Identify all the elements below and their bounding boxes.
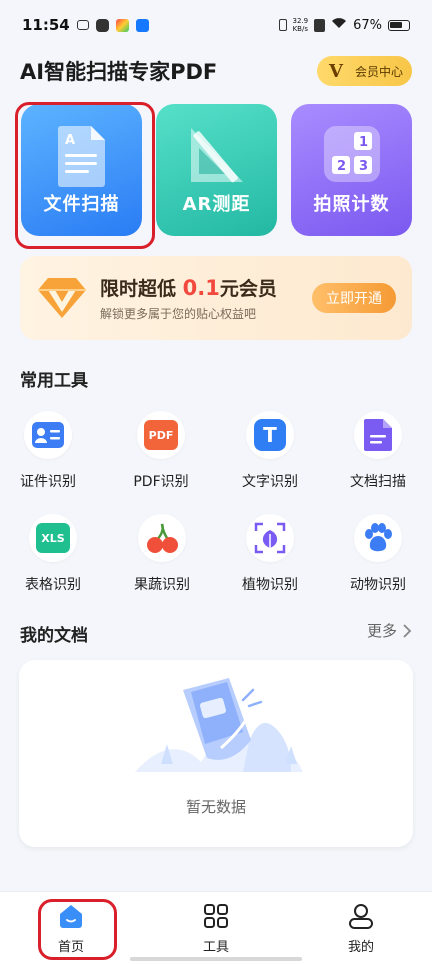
empty-documents-illustration	[135, 678, 303, 772]
tab-profile[interactable]: 我的	[321, 902, 401, 955]
tool-document-scan[interactable]: 文档扫描	[332, 411, 424, 491]
tools-section-title: 常用工具	[20, 371, 88, 391]
status-left: 11:54	[22, 16, 149, 34]
tool-label: 植物识别	[242, 577, 298, 593]
tool-pdf-recognize[interactable]: PDF PDF识别	[115, 411, 207, 491]
vip-promo-banner[interactable]: 限时超低 0.1元会员 解锁更多属于您的贴心权益吧 立即开通	[20, 256, 412, 340]
tab-tools-label: 工具	[202, 940, 229, 955]
number-blocks-icon: 1 2 3	[323, 126, 380, 182]
photo-count-tile[interactable]: 1 2 3 拍照计数	[291, 104, 412, 236]
status-right: 32.9 KB/s 67%	[278, 17, 410, 33]
vip-crown-icon: V	[329, 60, 343, 82]
tool-table-recognize[interactable]: XLS 表格识别	[7, 514, 99, 594]
header: AI智能扫描专家PDF V 会员中心	[20, 50, 412, 92]
cherry-icon	[147, 523, 178, 553]
tool-animal-recognize[interactable]: 动物识别	[332, 514, 424, 594]
promo-price: 0.1	[182, 276, 220, 300]
tool-label: 文档扫描	[350, 474, 406, 490]
subscribe-now-button[interactable]: 立即开通	[312, 283, 396, 313]
ar-measure-tile[interactable]: AR测距	[156, 104, 277, 236]
grid-icon	[204, 904, 228, 928]
tool-label: 证件识别	[20, 474, 76, 490]
tool-label: PDF识别	[133, 474, 189, 490]
tab-profile-label: 我的	[347, 940, 374, 955]
photo-count-label: 拍照计数	[313, 194, 390, 215]
documents-card: 暂无数据	[19, 660, 413, 847]
id-card-icon	[32, 422, 64, 448]
app-notification-icon	[95, 18, 109, 32]
color-app-icon	[115, 18, 129, 32]
tool-label: 文字识别	[242, 474, 298, 490]
vip-center-label: 会员中心	[354, 64, 403, 79]
wifi-icon	[331, 17, 347, 33]
tool-text-recognize[interactable]: T 文字识别	[224, 411, 316, 491]
pdf-icon: PDF	[144, 420, 178, 450]
promo-text: 限时超低 0.1元会员 解锁更多属于您的贴心权益吧	[100, 274, 312, 322]
tool-label: 果蔬识别	[134, 577, 190, 593]
gesture-bar	[130, 957, 302, 961]
notification-icon	[76, 20, 89, 30]
user-icon	[349, 904, 373, 929]
battery-icon	[388, 19, 410, 31]
tool-label: 表格识别	[25, 577, 81, 593]
more-docs-link[interactable]: 更多	[367, 620, 412, 641]
vibrate-icon	[278, 19, 287, 31]
docs-section-title: 我的文档	[20, 626, 88, 646]
svg-text:1: 1	[359, 135, 368, 150]
svg-text:3: 3	[359, 159, 368, 174]
tab-tools[interactable]: 工具	[176, 902, 256, 955]
tool-fruit-recognize[interactable]: 果蔬识别	[116, 514, 208, 594]
tool-plant-recognize[interactable]: 植物识别	[224, 514, 316, 594]
text-t-icon: T	[254, 419, 286, 451]
tool-id-card[interactable]: 证件识别	[2, 411, 94, 491]
highlight-box-file-scan	[15, 102, 155, 249]
more-label: 更多	[366, 622, 397, 640]
promo-subtitle: 解锁更多属于您的贴心权益吧	[100, 307, 257, 321]
battery-percent: 67%	[353, 17, 382, 33]
ar-measure-label: AR测距	[182, 194, 251, 215]
empty-state-text: 暂无数据	[185, 798, 246, 816]
leaf-icon	[254, 522, 286, 554]
document-icon	[364, 419, 392, 451]
nfc-icon	[314, 18, 326, 32]
status-time: 11:54	[22, 16, 70, 34]
vip-diamond-icon	[38, 278, 86, 318]
alipay-icon	[135, 18, 149, 32]
vip-center-button[interactable]: V 会员中心	[316, 56, 412, 86]
xls-icon: XLS	[36, 523, 70, 553]
svg-text:2: 2	[337, 159, 346, 174]
tool-label: 动物识别	[350, 577, 406, 593]
status-bar: 11:54 32.9 KB/s 67%	[0, 0, 432, 50]
highlight-box-home-tab	[38, 899, 117, 960]
promo-title: 限时超低 0.1元会员	[100, 276, 277, 300]
set-square-ruler-icon	[190, 128, 243, 183]
app-title: AI智能扫描专家PDF	[20, 60, 218, 84]
paw-icon	[365, 523, 392, 552]
network-speed: 32.9 KB/s	[292, 17, 309, 33]
chevron-right-icon	[403, 623, 412, 638]
